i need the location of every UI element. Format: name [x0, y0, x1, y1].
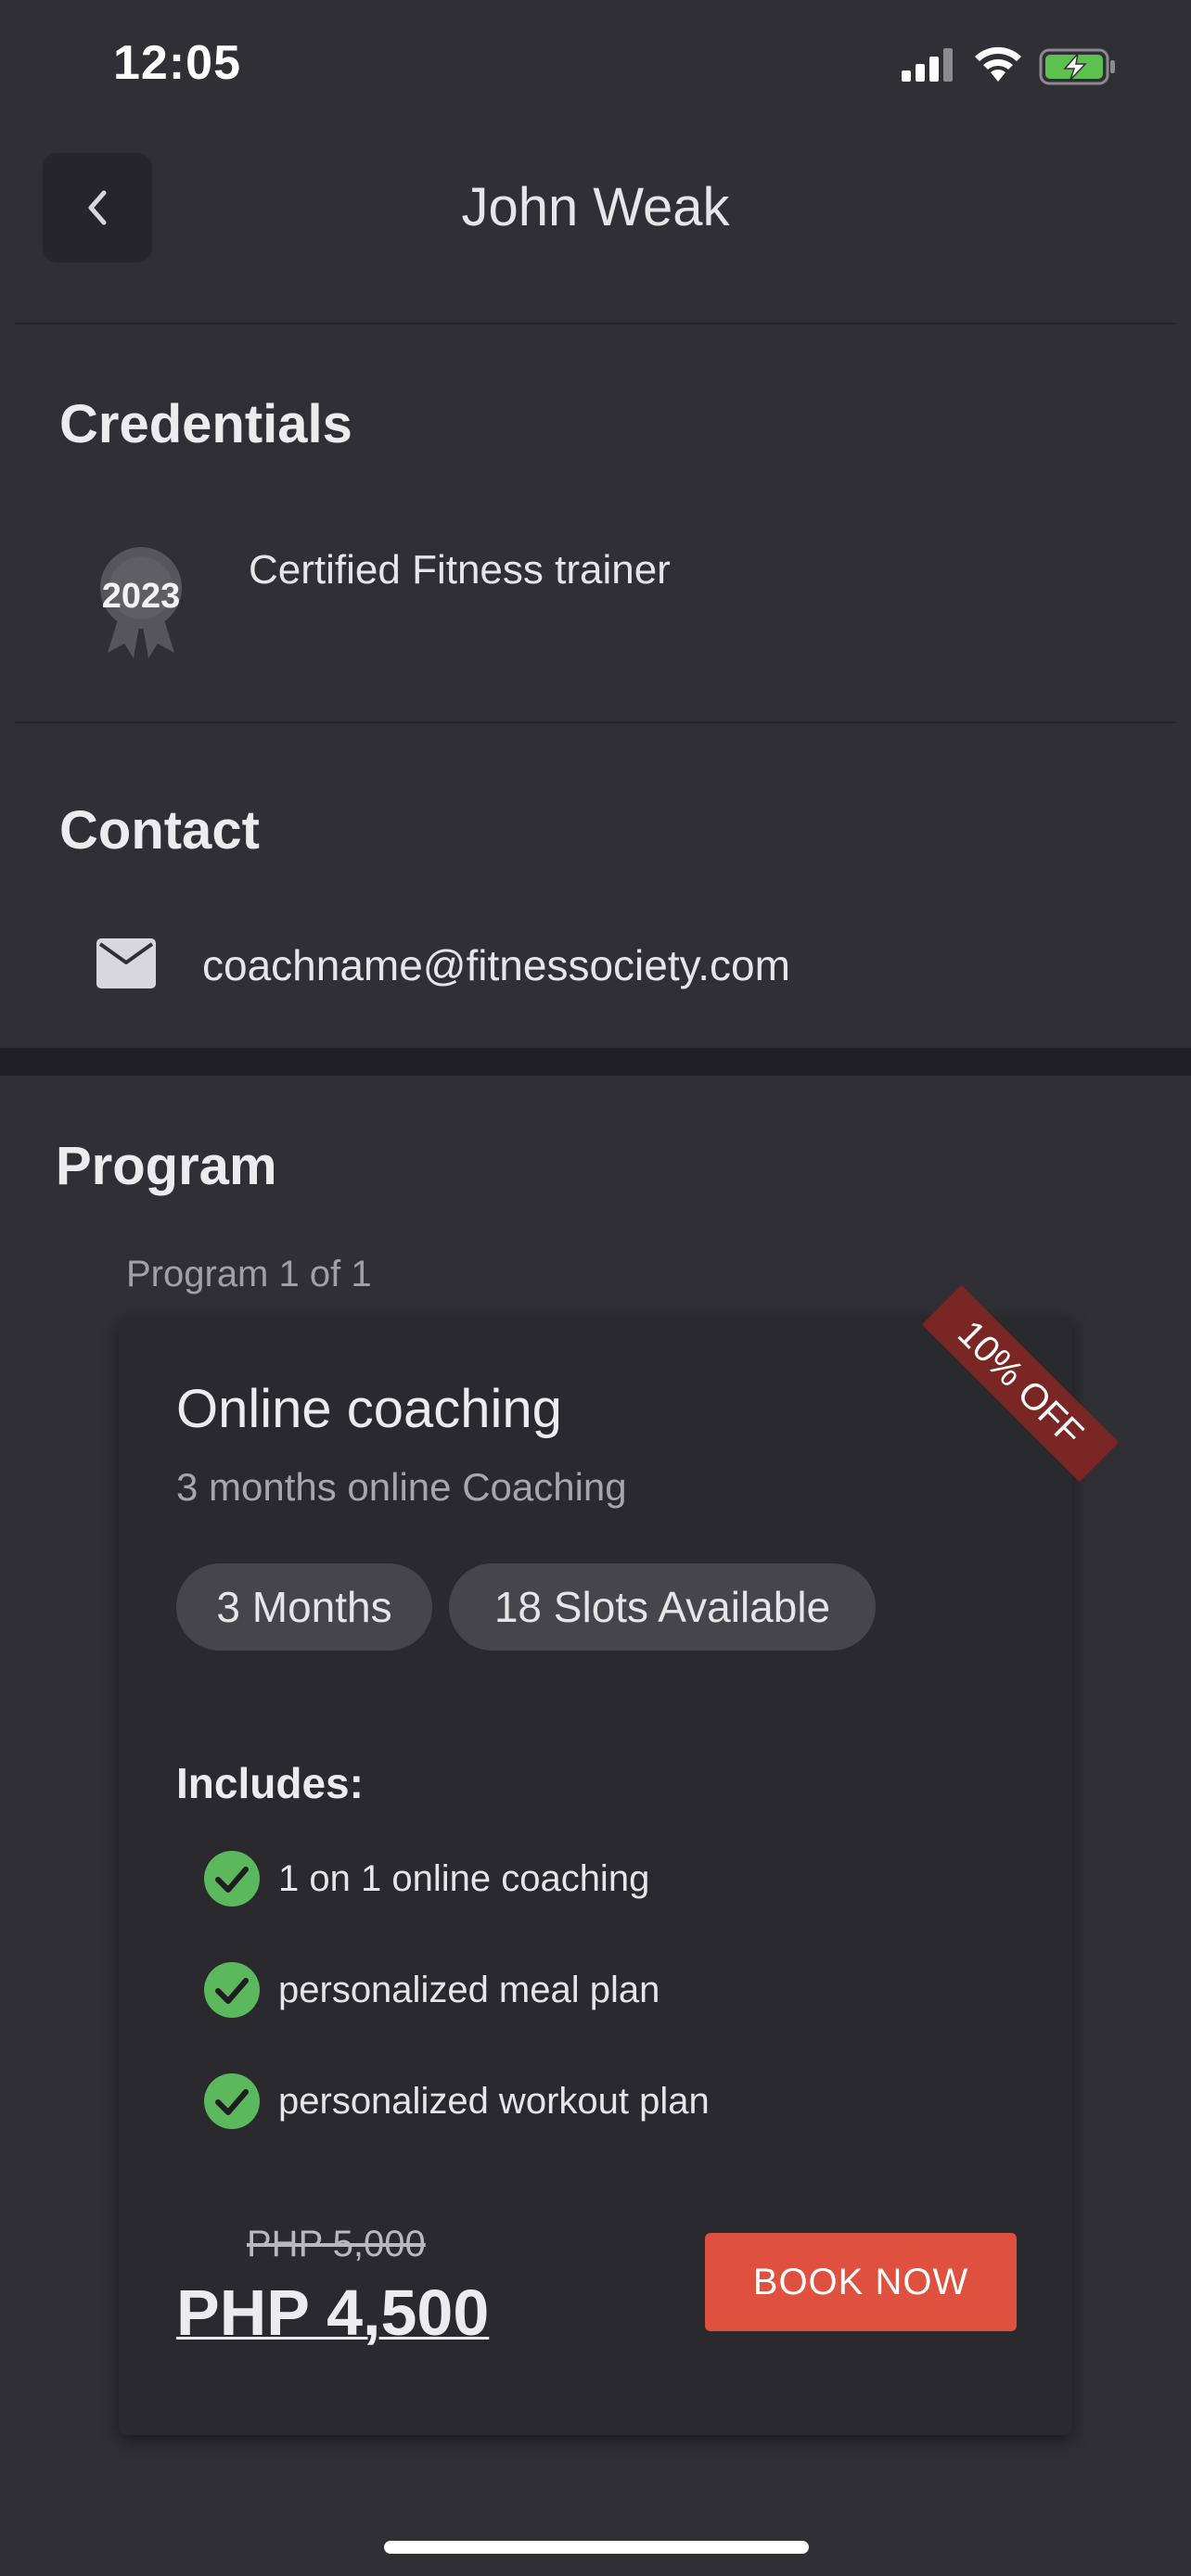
includes-heading: Includes:: [176, 1759, 364, 1807]
page-title: John Weak: [461, 177, 730, 237]
original-price: PHP 5,000: [247, 2224, 426, 2264]
contact-heading: Contact: [59, 800, 260, 861]
battery-icon: [1039, 48, 1115, 85]
wifi-icon: [975, 46, 1021, 82]
credential-item: Certified Fitness trainer: [249, 547, 671, 593]
discount-ribbon: 10% OFF: [890, 1270, 1132, 1511]
program-subtitle: 3 months online Coaching: [176, 1465, 627, 1509]
header: John Weak: [0, 139, 1191, 287]
duration-chip: 3 Months: [176, 1563, 432, 1651]
contact-email-link[interactable]: coachname@fitnessociety.com: [202, 940, 790, 990]
discount-label: 10% OFF: [921, 1284, 1120, 1483]
status-bar: 12:05: [0, 0, 1191, 139]
include-label: 1 on 1 online coaching: [278, 1858, 650, 1899]
program-heading: Program: [56, 1136, 277, 1196]
program-title: Online coaching: [176, 1379, 562, 1439]
award-year: 2023: [101, 577, 181, 616]
divider: [15, 323, 1176, 325]
book-now-button[interactable]: BOOK NOW: [705, 2233, 1017, 2331]
check-circle-icon: [204, 1962, 260, 2018]
include-label: personalized meal plan: [278, 1970, 660, 2010]
trainer-profile-screen: 12:05 John Weak Credentials 2023 Certifi…: [0, 0, 1191, 2576]
home-indicator: [384, 2541, 809, 2554]
slots-chip: 18 Slots Available: [449, 1563, 876, 1651]
program-counter: Program 1 of 1: [126, 1254, 372, 1294]
credentials-heading: Credentials: [59, 394, 352, 454]
check-circle-icon: [204, 1851, 260, 1906]
status-time: 12:05: [113, 36, 241, 90]
signal-icon: [902, 48, 953, 82]
divider: [15, 721, 1176, 723]
check-circle-icon: [204, 2073, 260, 2129]
discounted-price: PHP 4,500: [176, 2276, 490, 2349]
section-separator: [0, 1048, 1191, 1076]
include-label: personalized workout plan: [278, 2081, 710, 2122]
mail-icon: [96, 938, 156, 988]
